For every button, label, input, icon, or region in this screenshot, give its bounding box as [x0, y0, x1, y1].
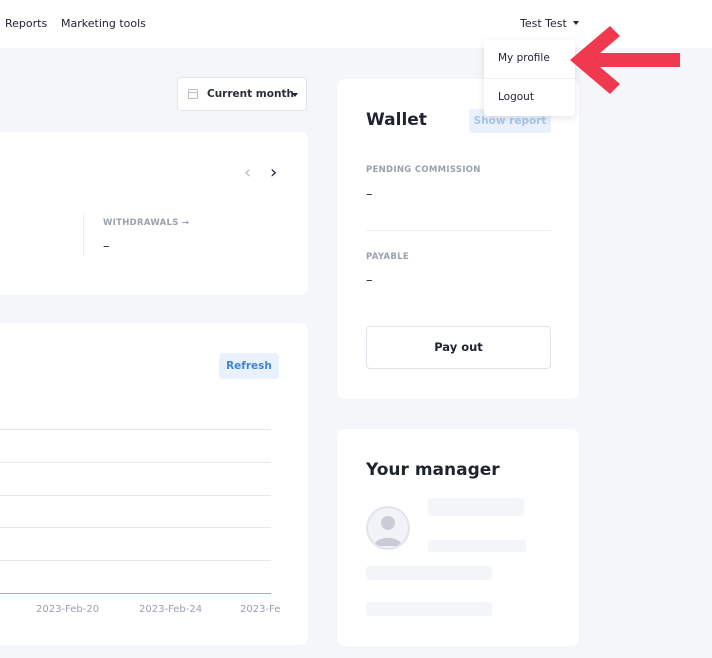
withdrawals-value: – [103, 239, 110, 254]
chart-series-line [0, 593, 271, 594]
wallet-divider [366, 230, 551, 231]
x-tick-label: 2023-Fe [240, 604, 281, 615]
blurred-manager-name [428, 498, 524, 516]
pay-out-button[interactable]: Pay out [366, 326, 551, 369]
withdrawals-link[interactable]: WITHDRAWALS → [103, 218, 189, 228]
user-silhouette-icon [374, 516, 402, 546]
stats-card [0, 132, 308, 295]
blurred-manager-contact [366, 566, 492, 580]
red-arrow-icon [570, 26, 680, 94]
avatar [366, 506, 410, 550]
chevron-left-icon[interactable]: ‹ [244, 164, 251, 182]
x-tick-label: 2023-Feb-20 [36, 604, 100, 615]
period-select[interactable]: Current month [177, 77, 307, 111]
caret-down-icon [292, 93, 298, 97]
chart-gridline [0, 495, 271, 496]
stats-divider [83, 214, 84, 256]
payable-value: – [366, 273, 373, 288]
blurred-manager-detail [428, 540, 526, 552]
user-name: Test Test [520, 17, 567, 30]
chart-gridline [0, 462, 271, 463]
period-select-value: Current month [207, 88, 294, 100]
menu-item-logout[interactable]: Logout [498, 91, 534, 103]
chart-gridline [0, 527, 271, 528]
chart-gridline [0, 429, 271, 430]
manager-title: Your manager [366, 460, 500, 480]
nav-reports[interactable]: Reports [5, 17, 47, 30]
refresh-button[interactable]: Refresh [219, 353, 279, 379]
chart-gridline [0, 560, 271, 561]
menu-item-my-profile[interactable]: My profile [498, 52, 550, 64]
nav-marketing-tools[interactable]: Marketing tools [61, 17, 146, 30]
chevron-right-icon[interactable]: › [270, 164, 277, 182]
x-tick-label: 2023-Feb-24 [139, 604, 203, 615]
calendar-icon [188, 89, 198, 99]
user-dropdown-menu: My profile Logout [484, 40, 575, 116]
blurred-manager-contact [366, 602, 492, 616]
wallet-title: Wallet [366, 110, 427, 130]
menu-divider [484, 78, 575, 79]
pending-commission-value: – [366, 187, 373, 202]
payable-label: PAYABLE [366, 252, 409, 262]
pending-commission-label: PENDING COMMISSION [366, 165, 481, 175]
